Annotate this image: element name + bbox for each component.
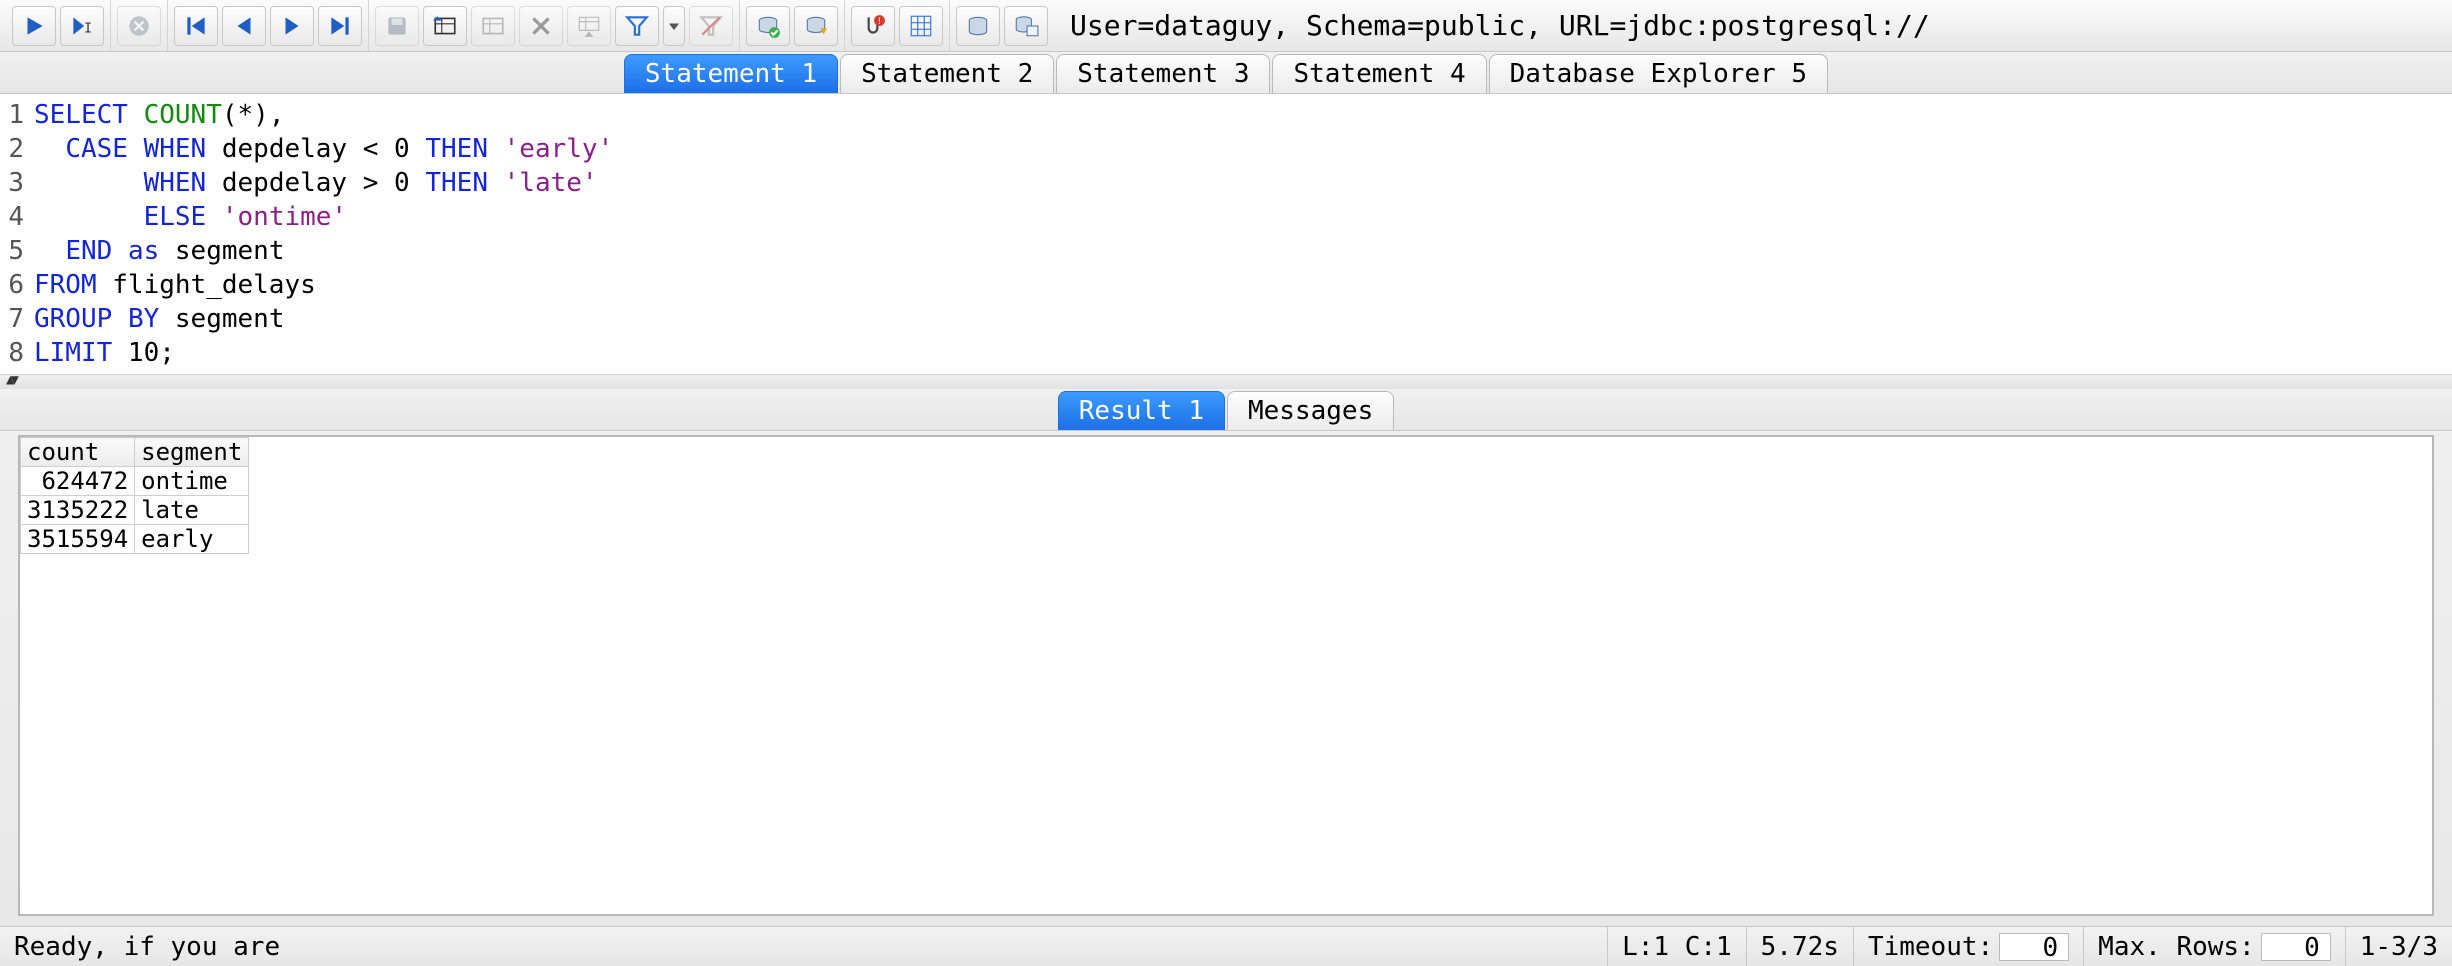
execute-button[interactable]	[12, 6, 56, 46]
code-line[interactable]: ELSE 'ontime'	[34, 200, 613, 234]
timeout-value[interactable]: 0	[1999, 933, 2069, 961]
maxrows-value[interactable]: 0	[2261, 933, 2331, 961]
cell-segment[interactable]: late	[135, 496, 249, 525]
filter-button[interactable]	[615, 6, 659, 46]
connection-info: User=dataguy, Schema=public, URL=jdbc:po…	[1054, 9, 2446, 42]
line-number: 1	[0, 98, 24, 132]
column-header-count[interactable]: count	[21, 438, 135, 467]
cell-count[interactable]: 624472	[21, 467, 135, 496]
line-number: 4	[0, 200, 24, 234]
cell-count[interactable]: 3135222	[21, 496, 135, 525]
db-commit-button[interactable]	[746, 6, 790, 46]
timeout-cell: Timeout: 0	[1853, 927, 2083, 966]
code-line[interactable]: SELECT COUNT(*),	[34, 98, 613, 132]
tab-result-2[interactable]: Messages	[1227, 391, 1394, 430]
tab-statement-2[interactable]: Statement 2	[840, 54, 1054, 93]
tab-statement-5[interactable]: Database Explorer 5	[1489, 54, 1828, 93]
execute-current-button[interactable]: I	[60, 6, 104, 46]
status-bar: Ready, if you are L:1 C:1 5.72s Timeout:…	[0, 926, 2452, 966]
column-header-segment[interactable]: segment	[135, 438, 249, 467]
line-number: 6	[0, 268, 24, 302]
line-number: 7	[0, 302, 24, 336]
result-tab-row: Result 1Messages	[0, 389, 2452, 431]
db-browser-button[interactable]	[956, 6, 1000, 46]
elapsed-time: 5.72s	[1746, 927, 1853, 966]
svg-text:I: I	[84, 21, 92, 36]
row-range: 1-3/3	[2345, 927, 2452, 966]
code-line[interactable]: LIMIT 10;	[34, 336, 613, 370]
db-disconnect-button[interactable]: !	[851, 6, 895, 46]
tab-statement-1[interactable]: Statement 1	[624, 54, 838, 93]
line-number: 2	[0, 132, 24, 166]
grid-view-button[interactable]	[899, 6, 943, 46]
code-line[interactable]: GROUP BY segment	[34, 302, 613, 336]
table-row[interactable]: 3135222late	[21, 496, 249, 525]
filter-dropdown-button[interactable]	[663, 6, 685, 46]
tab-result-1[interactable]: Result 1	[1058, 391, 1225, 430]
prev-record-button[interactable]	[222, 6, 266, 46]
tab-statement-3[interactable]: Statement 3	[1056, 54, 1270, 93]
line-number: 5	[0, 234, 24, 268]
cell-count[interactable]: 3515594	[21, 525, 135, 554]
timeout-label: Timeout:	[1868, 932, 1993, 962]
line-number: 8	[0, 336, 24, 370]
first-record-button[interactable]	[174, 6, 218, 46]
splitter-handle[interactable]: ▲▼	[0, 375, 2452, 389]
main-toolbar: I	[0, 0, 2452, 52]
sql-editor[interactable]: 12345678 SELECT COUNT(*), CASE WHEN depd…	[0, 94, 2452, 375]
code-line[interactable]: WHEN depdelay > 0 THEN 'late'	[34, 166, 613, 200]
status-message: Ready, if you are	[0, 927, 1607, 966]
db-rollback-button[interactable]	[794, 6, 838, 46]
table-row[interactable]: 3515594early	[21, 525, 249, 554]
code-line[interactable]: FROM flight_delays	[34, 268, 613, 302]
cell-segment[interactable]: early	[135, 525, 249, 554]
last-record-button[interactable]	[318, 6, 362, 46]
stop-button	[117, 6, 161, 46]
maxrows-cell: Max. Rows: 0	[2083, 927, 2345, 966]
export-grid-button[interactable]	[423, 6, 467, 46]
clear-button	[519, 6, 563, 46]
cursor-position: L:1 C:1	[1607, 927, 1746, 966]
clear-filter-button	[689, 6, 733, 46]
code-line[interactable]: CASE WHEN depdelay < 0 THEN 'early'	[34, 132, 613, 166]
maxrows-label: Max. Rows:	[2098, 932, 2255, 962]
result-grid[interactable]: countsegment 624472ontime3135222late3515…	[18, 435, 2434, 916]
grid-options-button	[567, 6, 611, 46]
code-line[interactable]: END as segment	[34, 234, 613, 268]
save-button	[375, 6, 419, 46]
svg-text:!: !	[877, 16, 882, 26]
table-row[interactable]: 624472ontime	[21, 467, 249, 496]
line-number: 3	[0, 166, 24, 200]
statement-tab-row: Statement 1Statement 2Statement 3Stateme…	[0, 52, 2452, 94]
cell-segment[interactable]: ontime	[135, 467, 249, 496]
export-grid-2-button	[471, 6, 515, 46]
db-props-button[interactable]	[1004, 6, 1048, 46]
tab-statement-4[interactable]: Statement 4	[1272, 54, 1486, 93]
next-record-button[interactable]	[270, 6, 314, 46]
